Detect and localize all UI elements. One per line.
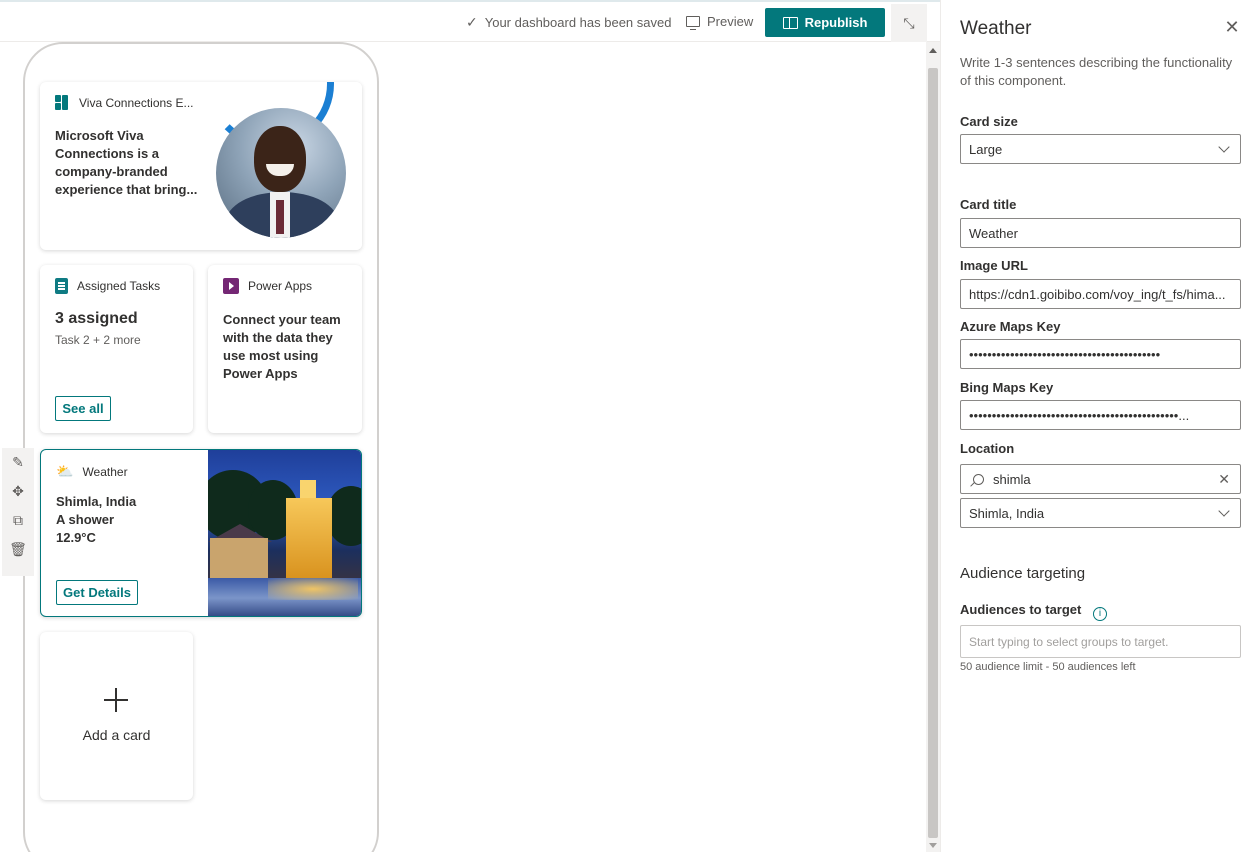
azure-maps-key-value: ••••••••••••••••••••••••••••••••••••••••…: [969, 346, 1161, 362]
card-size-label: Card size: [960, 114, 1018, 129]
location-search-value: shimla: [993, 471, 1031, 487]
card-title: Power Apps: [248, 279, 313, 293]
location-dropdown[interactable]: Shimla, India: [960, 498, 1241, 528]
close-icon[interactable]: ✕: [1221, 16, 1243, 38]
preview-button[interactable]: Preview: [686, 14, 754, 31]
bing-maps-key-label: Bing Maps Key: [960, 380, 1054, 395]
card-power-apps[interactable]: Power Apps Connect your team with the da…: [208, 265, 362, 433]
audience-limit-hint: 50 audience limit - 50 audiences left: [960, 661, 1136, 673]
card-description: Microsoft Viva Connections is a company-…: [55, 128, 198, 197]
tasks-subtext: Task 2 + 2 more: [55, 333, 141, 347]
card-weather[interactable]: ⛅ Weather Shimla, India A shower 12.9°C …: [40, 449, 362, 617]
card-title: Viva Connections E...: [79, 95, 194, 110]
weather-location: Shimla, India: [56, 494, 137, 509]
azure-maps-key-label: Azure Maps Key: [960, 319, 1061, 334]
card-title: Assigned Tasks: [77, 279, 161, 293]
card-size-dropdown[interactable]: Large: [960, 134, 1241, 164]
pane-title: Weather: [960, 18, 1032, 39]
delete-icon[interactable]: 🗑: [9, 541, 27, 558]
partly-cloudy-icon: ⛅: [56, 463, 74, 479]
card-title-input[interactable]: Weather: [960, 218, 1241, 248]
tasks-icon: [55, 278, 68, 294]
weather-location-photo: [208, 450, 361, 616]
audiences-input[interactable]: Start typing to select groups to target.: [960, 625, 1241, 658]
card-title: Weather: [82, 464, 128, 479]
preview-label: Preview: [707, 14, 754, 29]
save-status: ✓ Your dashboard has been saved: [466, 14, 671, 31]
card-header: Assigned Tasks: [55, 278, 160, 294]
collapse-pane-button[interactable]: ⤡: [891, 4, 927, 42]
location-label: Location: [960, 441, 1015, 456]
audience-targeting-heading: Audience targeting: [960, 565, 1086, 582]
get-details-button[interactable]: Get Details: [56, 580, 138, 605]
card-header: Power Apps: [223, 278, 312, 294]
move-icon[interactable]: ✥: [12, 483, 24, 500]
plus-icon: [104, 688, 128, 712]
weather-temperature: 12.9°C: [56, 530, 96, 545]
edit-icon[interactable]: ✎: [12, 454, 24, 471]
azure-maps-key-input[interactable]: ••••••••••••••••••••••••••••••••••••••••…: [960, 339, 1241, 369]
card-title-label: Card title: [960, 197, 1017, 212]
scrollbar-thumb[interactable]: [928, 68, 938, 838]
duplicate-icon[interactable]: ⧉: [13, 512, 23, 529]
image-url-label: Image URL: [960, 258, 1028, 273]
audiences-placeholder: Start typing to select groups to target.: [969, 634, 1169, 649]
collapse-icon: ⤡: [903, 14, 915, 31]
chevron-down-icon: [1218, 140, 1230, 153]
card-assigned-tasks[interactable]: Assigned Tasks 3 assigned Task 2 + 2 mor…: [40, 265, 193, 433]
book-icon: [782, 16, 798, 29]
republish-label: Republish: [804, 15, 868, 30]
checkmark-icon: ✓: [466, 14, 478, 30]
card-edit-toolbar: ✎ ✥ ⧉ 🗑: [2, 448, 34, 576]
add-card-label: Add a card: [82, 727, 151, 743]
bing-maps-key-value: ••••••••••••••••••••••••••••••••••••••••…: [969, 407, 1190, 423]
tasks-headline: 3 assigned: [55, 310, 138, 327]
info-icon[interactable]: i: [1092, 606, 1107, 621]
card-header: Viva Connections E...: [55, 95, 194, 110]
audiences-label-row: Audiences to target i: [960, 602, 1107, 621]
card-viva-connections[interactable]: Viva Connections E... Microsoft Viva Con…: [40, 82, 362, 250]
card-size-value: Large: [969, 141, 1003, 157]
weather-condition: A shower: [56, 512, 115, 527]
canvas-scrollbar[interactable]: [926, 42, 940, 852]
clear-icon[interactable]: ✕: [1218, 471, 1230, 488]
location-selected-value: Shimla, India: [969, 505, 1045, 521]
bing-maps-key-input[interactable]: ••••••••••••••••••••••••••••••••••••••••…: [960, 400, 1241, 430]
viva-connections-icon: [55, 95, 70, 110]
card-header: ⛅ Weather: [56, 463, 128, 480]
location-search-input[interactable]: shimla ✕: [960, 464, 1241, 494]
see-all-button[interactable]: See all: [55, 396, 111, 421]
image-url-value: https://cdn1.goibibo.com/voy_ing/t_fs/hi…: [969, 286, 1226, 302]
card-image: [206, 82, 362, 250]
scroll-up-arrow-icon[interactable]: [929, 48, 937, 53]
power-apps-icon: [223, 278, 239, 294]
republish-button[interactable]: Republish: [765, 8, 885, 37]
chevron-down-icon: [1218, 504, 1230, 517]
add-card-tile[interactable]: Add a card: [40, 632, 193, 800]
scroll-down-arrow-icon[interactable]: [929, 843, 937, 848]
image-url-input[interactable]: https://cdn1.goibibo.com/voy_ing/t_fs/hi…: [960, 279, 1241, 309]
top-toolbar: ✓ Your dashboard has been saved Preview …: [0, 0, 940, 42]
card-title-value: Weather: [969, 225, 1018, 241]
monitor-icon: [686, 16, 700, 31]
person-photo: [216, 108, 346, 238]
card-description: Connect your team with the data they use…: [223, 312, 341, 381]
search-icon: [973, 473, 984, 485]
audiences-label: Audiences to target: [960, 602, 1082, 617]
pane-description: Write 1-3 sentences describing the funct…: [960, 55, 1233, 88]
save-status-text: Your dashboard has been saved: [484, 15, 672, 30]
property-pane: Weather ✕ Write 1-3 sentences describing…: [940, 0, 1256, 852]
